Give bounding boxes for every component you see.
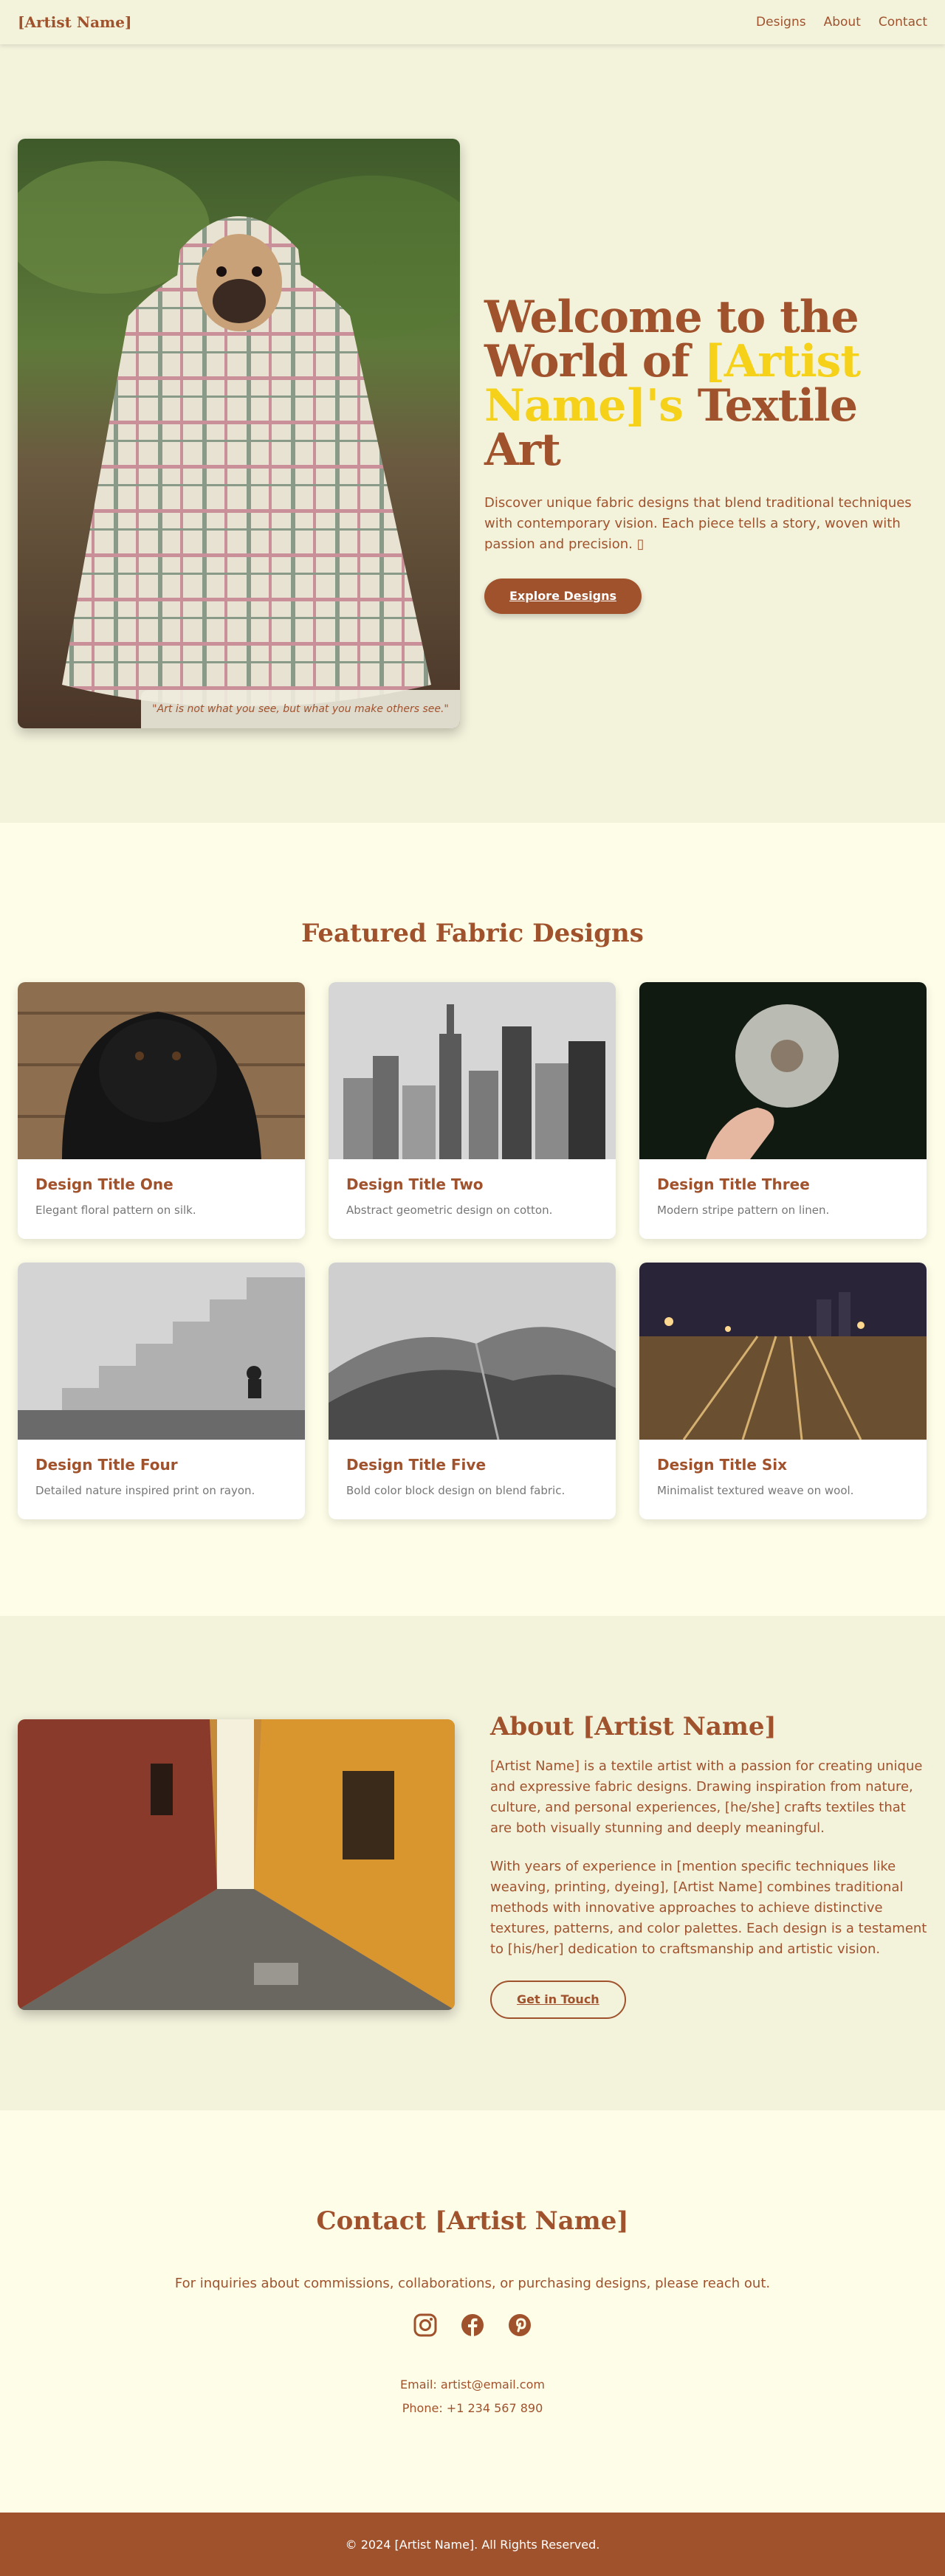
card-title: Design Title Six: [657, 1456, 788, 1474]
about-section: About [Artist Name] [Artist Name] is a t…: [0, 1616, 945, 2110]
nav-link-contact[interactable]: Contact: [879, 15, 927, 30]
pinterest-icon[interactable]: [507, 2313, 532, 2338]
hero-description: Discover unique fabric designs that blen…: [484, 495, 912, 552]
black-dog-photo: [18, 982, 305, 1159]
design-card[interactable]: Design Title One Elegant floral pattern …: [18, 982, 305, 1239]
about-title: About [Artist Name]: [490, 1712, 777, 1741]
about-image: [18, 1719, 455, 2010]
about-paragraph-1: [Artist Name] is a textile artist with a…: [490, 1758, 923, 1836]
card-title: Design Title Four: [35, 1456, 178, 1474]
card-description: Bold color block design on blend fabric.: [346, 1484, 566, 1497]
get-in-touch-button[interactable]: Get in Touch: [490, 1981, 626, 2019]
main-nav: Designs About Contact: [756, 15, 927, 30]
about-text: About [Artist Name] [Artist Name] is a t…: [490, 1712, 927, 2019]
site-footer: © 2024 [Artist Name]. All Rights Reserve…: [0, 2513, 945, 2576]
featured-section: Featured Fabric Designs Design Title One…: [0, 823, 945, 1616]
city-skyline-photo: [329, 982, 616, 1159]
alley-photo: [18, 1719, 455, 2010]
brand-logo[interactable]: [Artist Name]: [18, 13, 131, 31]
card-description: Elegant floral pattern on silk.: [35, 1204, 196, 1217]
card-title: Design Title Three: [657, 1175, 810, 1193]
footer-copyright: © 2024 [Artist Name]. All Rights Reserve…: [345, 2537, 600, 2552]
hero-title: Welcome to the World of [Artist Name]'s …: [484, 295, 927, 472]
facebook-icon[interactable]: [460, 2313, 485, 2338]
contact-title: Contact [Artist Name]: [316, 2206, 629, 2236]
card-title: Design Title One: [35, 1175, 173, 1193]
social-links: [0, 2313, 945, 2338]
contact-email[interactable]: Email: artist@email.com: [0, 2378, 945, 2392]
design-card[interactable]: Design Title Five Bold color block desig…: [329, 1263, 616, 1519]
design-card[interactable]: Design Title Four Detailed nature inspir…: [18, 1263, 305, 1519]
railway-night-photo: [639, 1263, 927, 1440]
design-card[interactable]: Design Title Six Minimalist textured wea…: [639, 1263, 927, 1519]
featured-title: Featured Fabric Designs: [301, 919, 644, 948]
nav-link-about[interactable]: About: [824, 15, 861, 30]
design-grid: Design Title One Elegant floral pattern …: [18, 982, 927, 1519]
nav-link-designs[interactable]: Designs: [756, 15, 806, 30]
card-description: Abstract geometric design on cotton.: [346, 1204, 553, 1217]
hero-text: Welcome to the World of [Artist Name]'s …: [484, 295, 927, 614]
dandelion-photo: [639, 982, 927, 1159]
hills-photo: [329, 1263, 616, 1440]
design-card[interactable]: Design Title Two Abstract geometric desi…: [329, 982, 616, 1239]
contact-phone[interactable]: Phone: +1 234 567 890: [0, 2401, 945, 2415]
dog-in-blanket-photo: [18, 139, 460, 728]
contact-intro: For inquiries about commissions, collabo…: [174, 2276, 771, 2291]
hero-quote: "Art is not what you see, but what you m…: [141, 690, 460, 728]
hero-section: "Art is not what you see, but what you m…: [0, 44, 945, 823]
card-title: Design Title Two: [346, 1175, 484, 1193]
contact-section: Contact [Artist Name] For inquiries abou…: [0, 2110, 945, 2513]
explore-designs-button[interactable]: Explore Designs: [484, 579, 642, 614]
card-description: Detailed nature inspired print on rayon.: [35, 1484, 255, 1497]
card-description: Minimalist textured weave on wool.: [657, 1484, 854, 1497]
stairs-photo: [18, 1263, 305, 1440]
site-header: [Artist Name] Designs About Contact: [0, 0, 945, 44]
about-paragraph-2: With years of experience in [mention spe…: [490, 1859, 927, 1957]
card-title: Design Title Five: [346, 1456, 487, 1474]
card-description: Modern stripe pattern on linen.: [657, 1204, 830, 1217]
design-card[interactable]: Design Title Three Modern stripe pattern…: [639, 982, 927, 1239]
instagram-icon[interactable]: [413, 2313, 438, 2338]
hero-image: "Art is not what you see, but what you m…: [18, 139, 460, 728]
